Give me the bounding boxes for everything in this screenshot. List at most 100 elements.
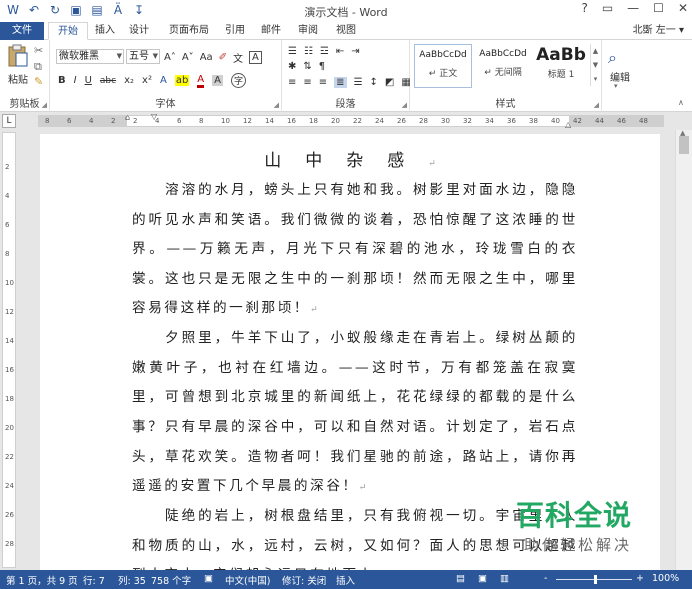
style-heading1[interactable]: AaBb 标题 1	[532, 44, 590, 88]
align-center-icon[interactable]: ≡	[303, 77, 311, 88]
maximize-button[interactable]: ☐	[653, 1, 664, 15]
ruler-number: 2	[111, 117, 116, 125]
char-border-icon[interactable]: A	[249, 51, 262, 64]
line-spacing-icon[interactable]: ↕	[370, 77, 378, 88]
clear-format-icon[interactable]: ✐	[219, 52, 227, 63]
style-no-spacing[interactable]: AaBbCcDd ↵ 无间隔	[474, 44, 532, 88]
right-indent-icon[interactable]: △	[565, 120, 571, 129]
change-case-button[interactable]: Aa	[200, 52, 213, 63]
clipboard-launcher-icon[interactable]: ◢	[42, 101, 47, 109]
paste-button[interactable]: 粘贴	[4, 44, 32, 86]
tab-design[interactable]: 设计	[126, 22, 152, 40]
grow-font-button[interactable]: A˄	[164, 52, 176, 63]
copy-icon[interactable]: ⧉	[34, 60, 42, 74]
insert-mode[interactable]: 插入	[336, 573, 355, 587]
styles-scroll[interactable]: ▲ ▼ ▾	[590, 44, 600, 86]
style-normal[interactable]: AaBbCcDd ↵ 正文	[414, 44, 472, 88]
editing-group[interactable]: ⌕ 编辑 ▾	[602, 40, 636, 112]
subscript-button[interactable]: x₂	[124, 75, 134, 86]
web-layout-icon[interactable]: ▥	[500, 573, 509, 584]
scrollbar-thumb[interactable]	[679, 136, 689, 154]
ruler-number: 32	[463, 117, 472, 125]
editing-label: 编辑	[610, 73, 630, 84]
tab-mailings[interactable]: 邮件	[258, 22, 284, 40]
italic-button[interactable]: I	[74, 75, 77, 86]
indent-marker-icon[interactable]: ⌂	[125, 113, 130, 122]
minimize-button[interactable]: —	[627, 1, 639, 15]
font-launcher-icon[interactable]: ◢	[274, 101, 279, 109]
char-shading-icon[interactable]: A	[212, 75, 223, 86]
numbering-icon[interactable]: ☷	[304, 46, 313, 57]
track-changes[interactable]: 修订: 关闭	[282, 573, 326, 587]
language[interactable]: 中文(中国)	[225, 573, 270, 587]
zoom-out-button[interactable]: -	[544, 573, 547, 584]
style-heading1-preview: AaBb	[536, 45, 586, 65]
underline-button[interactable]: U	[85, 75, 92, 86]
sort-icon[interactable]: ⇅	[303, 61, 311, 72]
zoom-slider-thumb[interactable]	[594, 575, 597, 584]
enclose-char-icon[interactable]: 字	[230, 73, 246, 88]
tab-selector[interactable]: L	[2, 114, 16, 128]
font-color-icon[interactable]: A	[197, 74, 205, 88]
increase-indent-icon[interactable]: ⇥	[351, 46, 359, 57]
styles-launcher-icon[interactable]: ◢	[594, 101, 599, 109]
tab-insert[interactable]: 插入	[92, 22, 118, 40]
ribbon-display-icon[interactable]: ▭	[602, 1, 613, 15]
align-left-icon[interactable]: ≡	[288, 77, 296, 88]
paragraph-mark: ↵	[310, 305, 318, 315]
tab-review[interactable]: 审阅	[295, 22, 321, 40]
format-painter-icon[interactable]: ✎	[34, 75, 43, 88]
paragraph-3[interactable]: 只有早晨的深谷中，可以和自然对语。计划定了，岩石点头，草花欢笑。造物者呵！我们星…	[132, 413, 578, 504]
distributed-icon[interactable]: ☰	[354, 77, 363, 88]
tab-layout[interactable]: 页面布局	[164, 22, 214, 40]
ruler-number: 36	[507, 117, 516, 125]
tab-references[interactable]: 引用	[222, 22, 248, 40]
user-account[interactable]: 北斲 左一 ▾	[633, 22, 684, 40]
proofing-icon[interactable]: ▣	[204, 573, 213, 584]
highlight-icon[interactable]: ab	[174, 75, 190, 86]
multilevel-list-icon[interactable]: ☲	[320, 46, 329, 57]
font-size-select[interactable]: 五号 ▼	[126, 49, 160, 64]
ribbon: 粘贴 ✂ ⧉ ✎ 剪贴板 ◢ 微软雅黑 ▼ 五号 ▼ A˄ A˅ Aa ✐ 文 A …	[0, 40, 692, 112]
ruler-number: 24	[5, 482, 14, 490]
close-button[interactable]: ✕	[678, 1, 688, 15]
paragraph-1[interactable]: 溶溶的水月，螃头上只有她和我。树影里对面水边，隐隐的听见水声和笑语。我们微微的谈…	[132, 176, 578, 326]
style-no-spacing-preview: AaBbCcDd	[479, 49, 527, 59]
zoom-in-button[interactable]: +	[636, 573, 644, 584]
chevron-down-icon: ▼	[116, 52, 122, 60]
vertical-scrollbar[interactable]: ▲	[675, 129, 692, 570]
ruler-bar[interactable]: 8 6 4 2 2 4 6 8 10 12 14 16 18 20 22 24 26 28 30 32 34 36 38 40…	[38, 112, 664, 129]
tab-home[interactable]: 开始	[48, 22, 88, 40]
text-effects-icon[interactable]: A	[160, 75, 167, 86]
vertical-ruler[interactable]: 2 4 6 8 10 12 14 16 18 20 22 24 26 28	[2, 132, 16, 568]
phonetic-icon[interactable]: 文	[233, 50, 243, 65]
read-mode-icon[interactable]: ▤	[456, 573, 465, 584]
align-right-icon[interactable]: ≡	[319, 77, 327, 88]
shrink-font-button[interactable]: A˅	[182, 52, 194, 63]
page-count[interactable]: 第 1 页，共 9 页	[6, 573, 78, 587]
first-line-indent-icon[interactable]: ▽	[151, 112, 157, 121]
cut-icon[interactable]: ✂	[34, 44, 43, 57]
ruler-number: 8	[199, 117, 204, 125]
strikethrough-button[interactable]: abc	[100, 76, 116, 86]
paragraph-launcher-icon[interactable]: ◢	[402, 101, 407, 109]
ruler-number: 26	[397, 117, 406, 125]
superscript-button[interactable]: x²	[142, 75, 152, 86]
shading-icon[interactable]: ◩	[385, 77, 394, 88]
word-count[interactable]: 758 个字	[151, 573, 191, 587]
tab-file[interactable]: 文件	[0, 22, 44, 40]
show-marks-icon[interactable]: ¶	[319, 61, 325, 72]
zoom-level[interactable]: 100%	[652, 573, 679, 584]
bullets-icon[interactable]: ☰	[288, 46, 297, 57]
justify-icon[interactable]: ≣	[334, 77, 347, 88]
decrease-indent-icon[interactable]: ⇤	[336, 46, 344, 57]
bold-button[interactable]: B	[58, 75, 66, 86]
chinese-layout-icon[interactable]: ✱	[288, 61, 296, 72]
font-family-select[interactable]: 微软雅黑 ▼	[56, 49, 124, 64]
help-icon[interactable]: ?	[581, 1, 587, 15]
paragraph-group: ☰ ☷ ☲ ⇤ ⇥ ✱ ⇅ ¶ ≡ ≡ ≡ ≣ ☰ ↕ ◩ ▦ 段落 ◢	[282, 40, 411, 112]
tab-view[interactable]: 视图	[333, 22, 359, 40]
watermark-logo: 百科全说 助你轻松解决	[508, 494, 648, 562]
print-layout-icon[interactable]: ▣	[478, 573, 487, 584]
collapse-ribbon-icon[interactable]: ∧	[678, 98, 684, 107]
